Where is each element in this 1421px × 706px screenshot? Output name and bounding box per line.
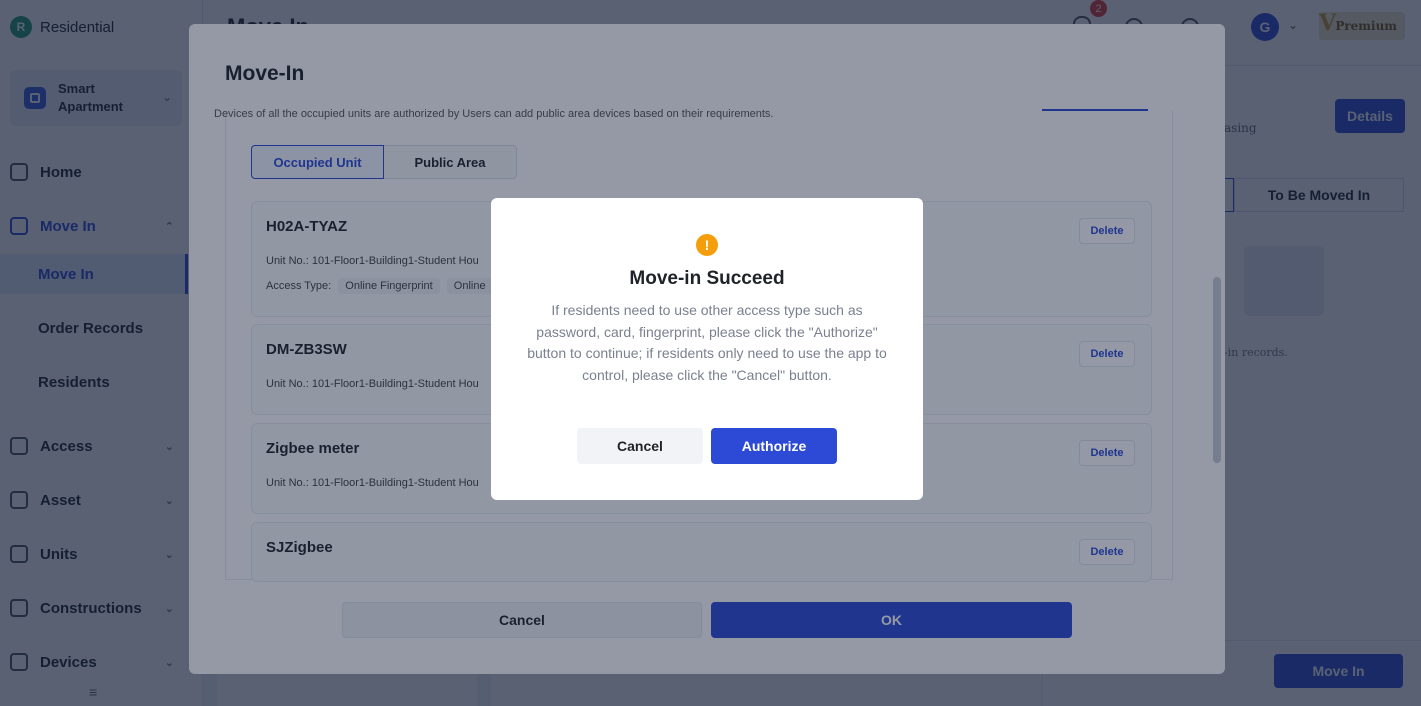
dialog-title: Move-in Succeed [629, 268, 785, 289]
warning-icon: ! [696, 234, 718, 256]
move-in-success-dialog: ! Move-in Succeed If residents need to u… [491, 198, 923, 500]
authorize-button[interactable]: Authorize [711, 428, 837, 464]
dialog-cancel-button[interactable]: Cancel [577, 428, 703, 464]
dialog-message: If residents need to use other access ty… [527, 302, 887, 383]
